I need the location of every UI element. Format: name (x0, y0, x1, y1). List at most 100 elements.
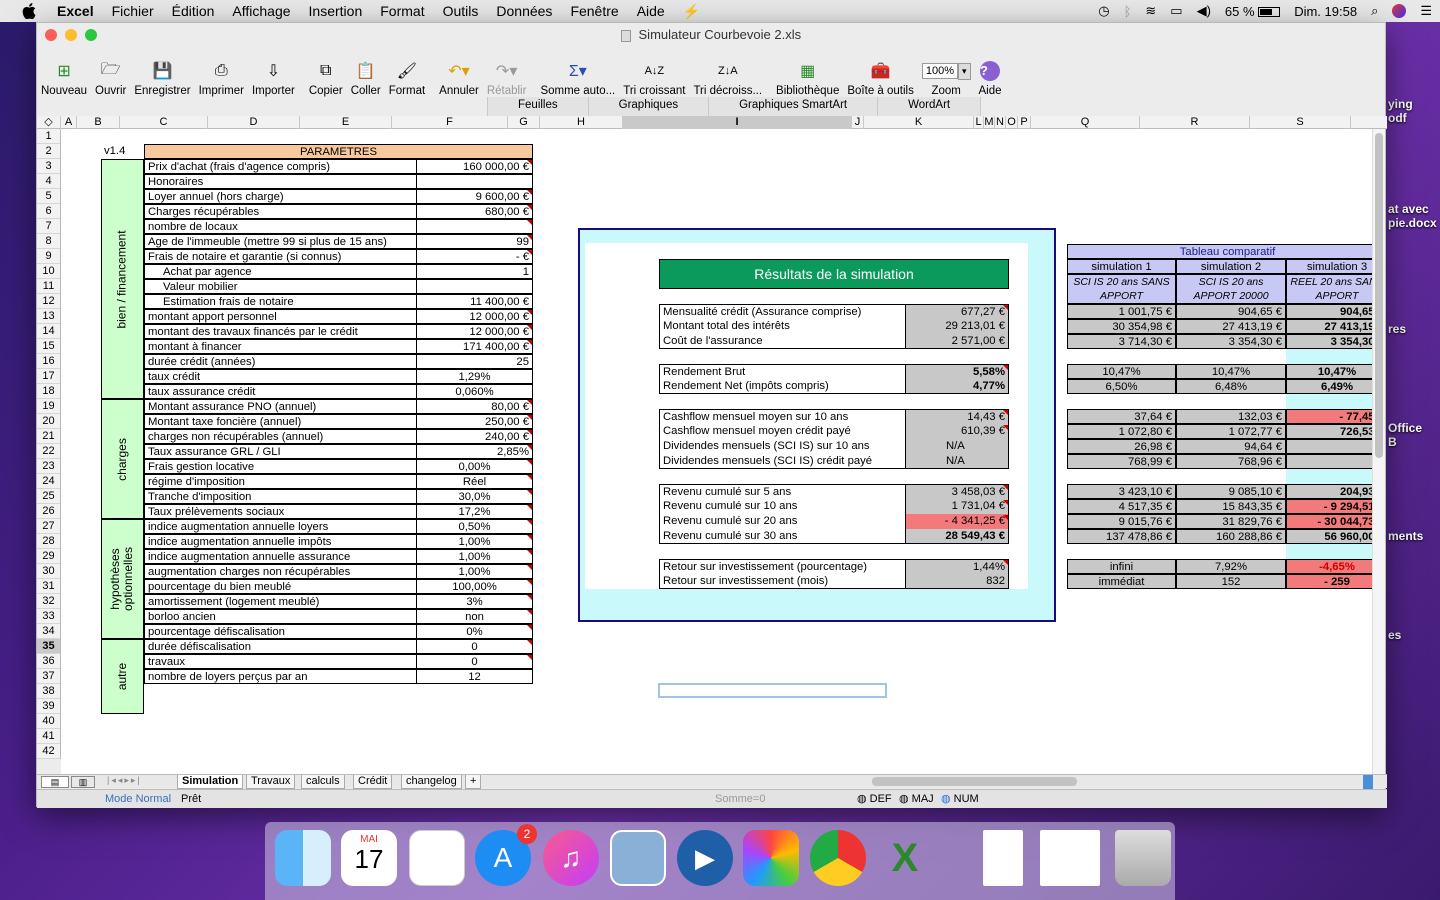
row-header[interactable]: 40 (37, 714, 60, 729)
param-value[interactable]: 2,85% (416, 444, 533, 459)
param-value[interactable]: 1 (416, 264, 533, 279)
row-header[interactable]: 34 (37, 624, 60, 639)
comparatif-cell[interactable]: 9 085,10 € (1176, 484, 1286, 499)
param-label[interactable]: Achat par agence (144, 264, 417, 279)
result-label[interactable]: Coût de l'assurance (659, 334, 905, 349)
tab-credit[interactable]: Crédit (353, 775, 393, 789)
comparatif-cell[interactable]: 6,48% (1176, 379, 1286, 394)
param-value[interactable]: 11 400,00 € (416, 294, 533, 309)
import-button[interactable]: ⇩ Importer (252, 60, 295, 97)
pdf-document-icon[interactable] (983, 830, 1023, 886)
photos-icon[interactable] (743, 830, 799, 886)
param-value[interactable]: Réel (416, 474, 533, 489)
chrome-icon[interactable] (810, 830, 866, 886)
menu-outils[interactable]: Outils (434, 3, 488, 19)
volume-icon[interactable]: ◀) (1197, 3, 1211, 19)
row-header[interactable]: 17 (37, 369, 60, 384)
quicktime-icon[interactable]: ▶ (677, 830, 733, 886)
comparatif-cell[interactable]: 152 (1176, 574, 1286, 589)
result-value[interactable]: 3 458,03 € (905, 484, 1009, 499)
version-label[interactable]: v1.4 (101, 144, 144, 159)
param-label[interactable]: pourcentage du bien meublé (144, 579, 417, 594)
row-header[interactable]: 16 (37, 354, 60, 369)
row-header[interactable]: 14 (37, 324, 60, 339)
tab-graphiques[interactable]: Graphiques (587, 97, 709, 116)
comparatif-cell[interactable]: 1 072,80 € (1067, 424, 1176, 439)
param-label[interactable]: indice augmentation annuelle loyers (144, 519, 417, 534)
comparatif-cell[interactable]: 31 829,76 € (1176, 514, 1286, 529)
comparatif-cell[interactable]: 1 001,75 € (1067, 304, 1176, 319)
result-label[interactable]: Retour sur investissement (mois) (659, 574, 905, 589)
param-value[interactable]: 3% (416, 594, 533, 609)
param-value[interactable]: 1,00% (416, 534, 533, 549)
comparatif-cell[interactable]: 10,47% (1067, 364, 1176, 379)
result-value[interactable]: 1 731,04 € (905, 499, 1009, 514)
finder-icon[interactable] (275, 830, 331, 886)
comparatif-cell[interactable]: 3 354,30 € (1176, 334, 1286, 349)
comparatif-cell[interactable]: 94,64 € (1176, 439, 1286, 454)
param-label[interactable]: amortissement (logement meublé) (144, 594, 417, 609)
view-layout-icon[interactable]: ▥ (71, 776, 95, 788)
result-value[interactable]: 4,77% (905, 379, 1009, 394)
comparatif-cell[interactable]: 132,03 € (1176, 409, 1286, 424)
column-header[interactable]: O (1006, 116, 1018, 129)
param-value[interactable]: 12 000,00 € (416, 324, 533, 339)
comparatif-cell[interactable]: - 259 (1286, 574, 1374, 589)
param-label[interactable]: Loyer annuel (hors charge) (144, 189, 417, 204)
param-value[interactable]: 30,0% (416, 489, 533, 504)
row-header[interactable]: 37 (37, 669, 60, 684)
toolbox-button[interactable]: 🧰 Boîte à outils (847, 60, 913, 97)
menu-insertion[interactable]: Insertion (300, 3, 372, 19)
row-header[interactable]: 2 (37, 144, 60, 159)
comparatif-cell[interactable] (1286, 454, 1374, 469)
row-header[interactable]: 27 (37, 519, 60, 534)
sort-ascending-button[interactable]: A↓Z Tri croissant (623, 60, 685, 97)
comparatif-cell[interactable]: 10,47% (1286, 364, 1374, 379)
tab-simulation[interactable]: Simulation (177, 775, 244, 789)
sim-header-2[interactable]: simulation 2 (1176, 259, 1286, 274)
siri-icon[interactable] (1392, 4, 1407, 18)
paste-button[interactable]: 📋 Coller (351, 60, 381, 97)
group-charges[interactable]: charges (101, 399, 144, 519)
param-label[interactable]: montant à financer (144, 339, 417, 354)
comparatif-cell[interactable]: -4,65% (1286, 559, 1374, 574)
comparatif-cell[interactable]: 904,65 € (1176, 304, 1286, 319)
comparatif-cell[interactable]: 137 478,86 € (1067, 529, 1176, 544)
param-label[interactable]: Frais de notaire et garantie (si connus) (144, 249, 417, 264)
bluetooth-icon[interactable]: ᛒ (1124, 4, 1132, 19)
param-label[interactable]: taux crédit (144, 369, 417, 384)
result-value[interactable]: 832 (905, 574, 1009, 589)
active-cell-selection[interactable] (658, 683, 887, 698)
param-label[interactable]: durée crédit (années) (144, 354, 417, 369)
zoom-control[interactable]: 100% ▾ Zoom (921, 60, 971, 97)
row-header[interactable]: 41 (37, 729, 60, 744)
row-header[interactable]: 7 (37, 219, 60, 234)
desktop-file-1[interactable]: ying odf (1388, 97, 1413, 125)
sheet-nav-icon[interactable]: |◂◂▸▸| (107, 775, 142, 786)
desktop-file-6[interactable]: es (1388, 628, 1401, 642)
airplay-icon[interactable]: ▭ (1170, 3, 1182, 19)
comparatif-cell[interactable]: 56 960,00 € (1286, 529, 1374, 544)
trash-icon[interactable] (1115, 830, 1171, 886)
tab-travaux[interactable]: Travaux (246, 775, 296, 789)
param-value[interactable]: 0% (416, 624, 533, 639)
gallery-button[interactable]: ▦ Bibliothèque (776, 60, 839, 97)
desktop-file-3[interactable]: res (1388, 322, 1406, 336)
sim-header-1[interactable]: simulation 1 (1067, 259, 1176, 274)
column-header[interactable]: I (623, 116, 852, 129)
format-painter-button[interactable]: 🖌 Format (389, 60, 425, 97)
menu-format[interactable]: Format (371, 3, 433, 19)
save-button[interactable]: 💾 Enregistrer (134, 60, 190, 97)
calendar-icon[interactable]: MAI 17 (341, 830, 397, 886)
param-value[interactable]: 240,00 € (416, 429, 533, 444)
row-header[interactable]: 36 (37, 654, 60, 669)
sim-subtitle-3[interactable]: REEL 20 ans SANS APPORT (1286, 274, 1374, 304)
row-header[interactable]: 21 (37, 429, 60, 444)
result-label[interactable]: Revenu cumulé sur 30 ans (659, 529, 905, 544)
comparatif-cell[interactable]: 4 517,35 € (1067, 499, 1176, 514)
param-value[interactable]: 0,060% (416, 384, 533, 399)
column-header[interactable]: J (852, 116, 864, 129)
autosum-button[interactable]: Σ▾ Somme auto... (540, 60, 615, 97)
tab-smartart[interactable]: Graphiques SmartArt (708, 97, 878, 116)
column-header[interactable]: A (61, 116, 77, 129)
